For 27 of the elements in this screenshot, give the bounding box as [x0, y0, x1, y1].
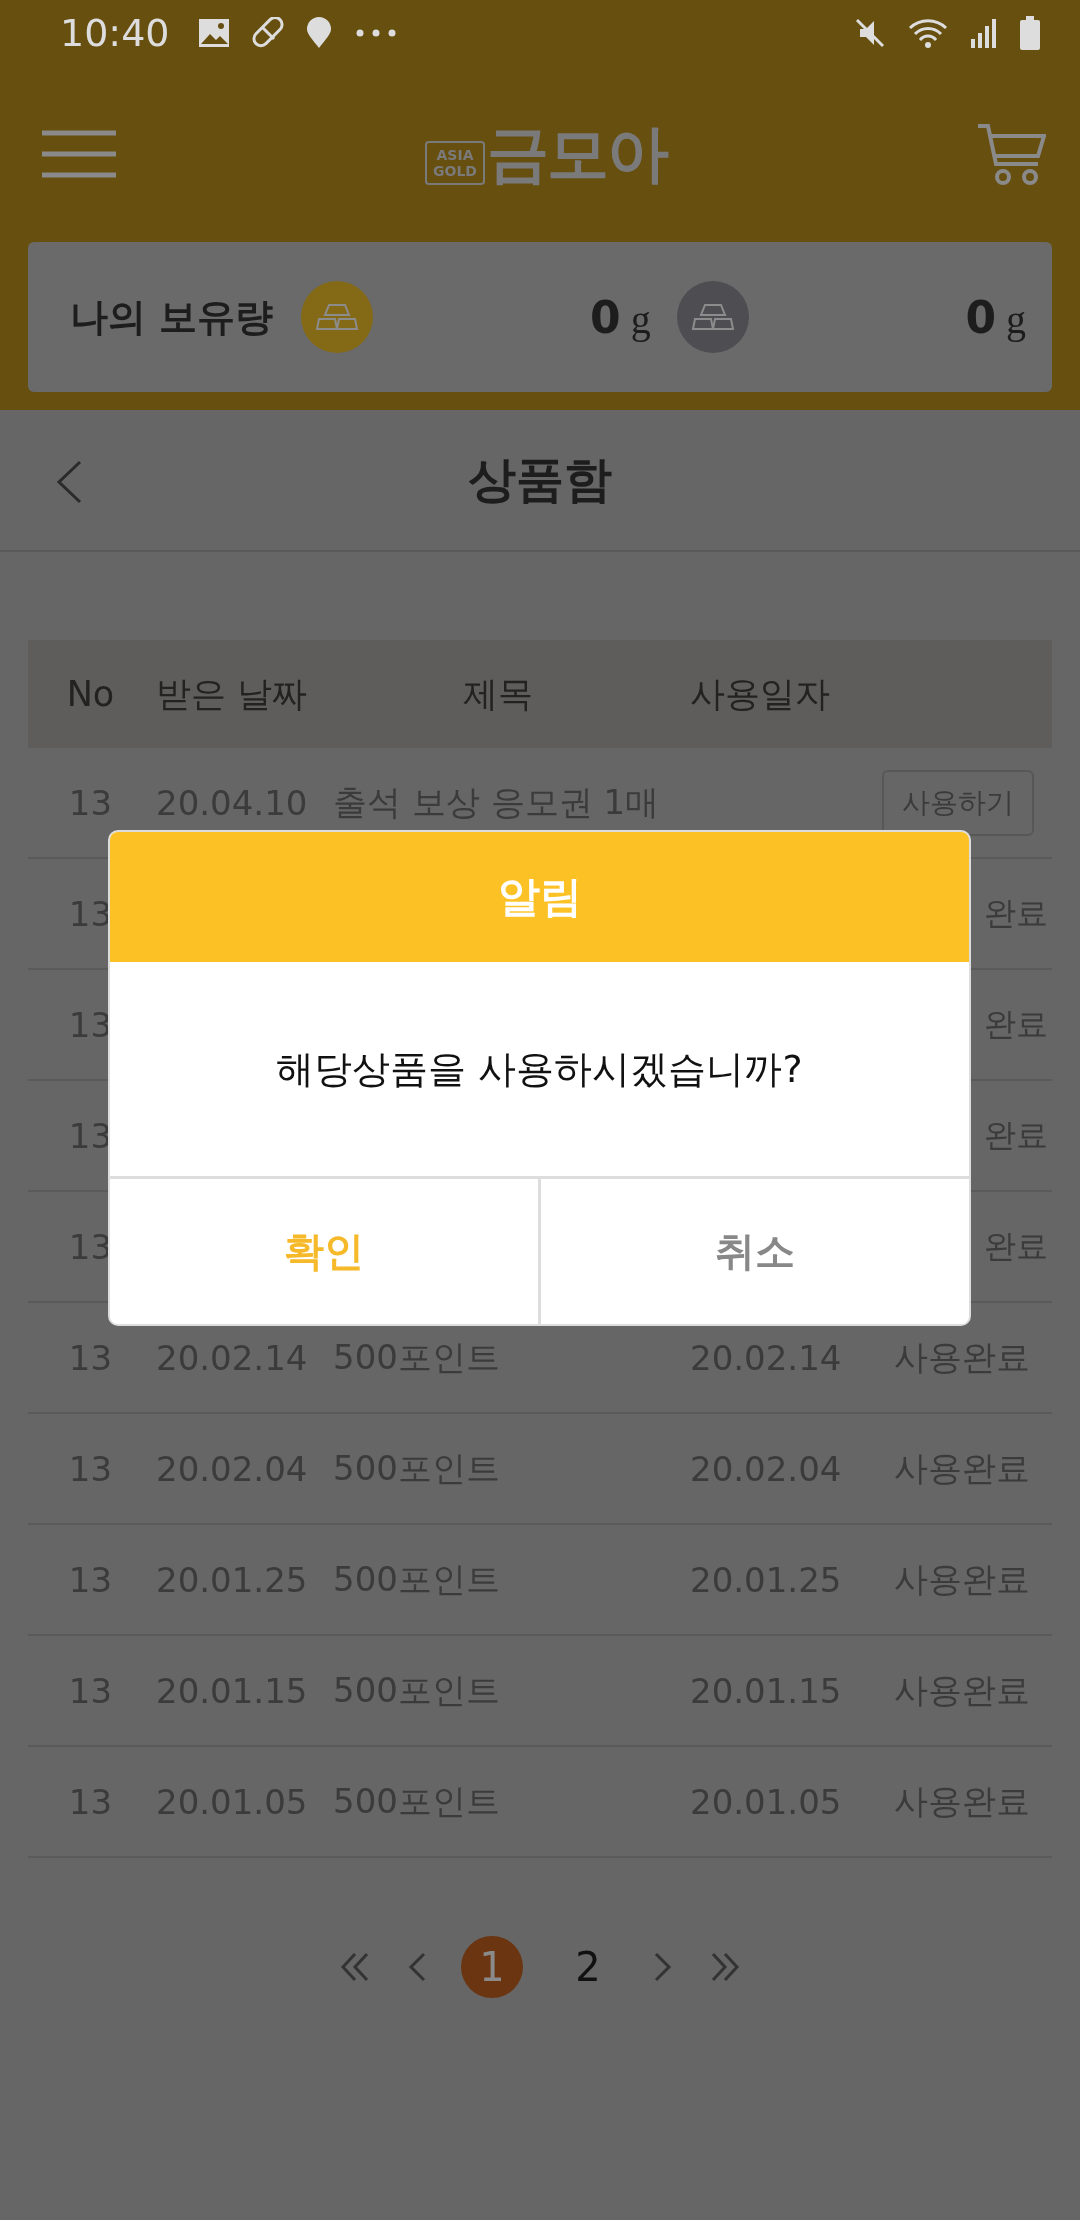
- column-header: 받은 날짜: [155, 672, 309, 716]
- column-header: 제목: [462, 672, 534, 716]
- holdings-label: 나의 보유량: [70, 293, 274, 341]
- page-link[interactable]: 2: [557, 1936, 619, 1998]
- pill-icon: [251, 17, 284, 49]
- location-pin-icon: [305, 17, 332, 49]
- cart-icon[interactable]: [976, 122, 1046, 186]
- dialog-title: 알림: [110, 832, 969, 962]
- battery-icon: [1020, 16, 1040, 50]
- amount-value: 0: [590, 291, 621, 343]
- column-header: No: [65, 674, 116, 714]
- previous-page-icon[interactable]: [407, 1952, 427, 1982]
- menu-icon[interactable]: [42, 130, 116, 178]
- wifi-icon: [908, 17, 948, 49]
- status-time: 10:40: [60, 11, 170, 55]
- back-icon[interactable]: [56, 460, 82, 504]
- page-title: 상품함: [468, 450, 612, 509]
- image-icon: [197, 18, 230, 48]
- column-header: 사용일자: [689, 672, 831, 716]
- amount-value: 0: [965, 291, 996, 343]
- amount-unit: g: [1006, 295, 1026, 343]
- mute-icon: [854, 17, 886, 49]
- amount-unit: g: [630, 295, 651, 343]
- next-page-icon[interactable]: [653, 1952, 673, 1982]
- page-link[interactable]: 1: [461, 1936, 523, 1998]
- cancel-button[interactable]: 취소: [538, 1179, 969, 1324]
- signal-icon: [970, 17, 998, 49]
